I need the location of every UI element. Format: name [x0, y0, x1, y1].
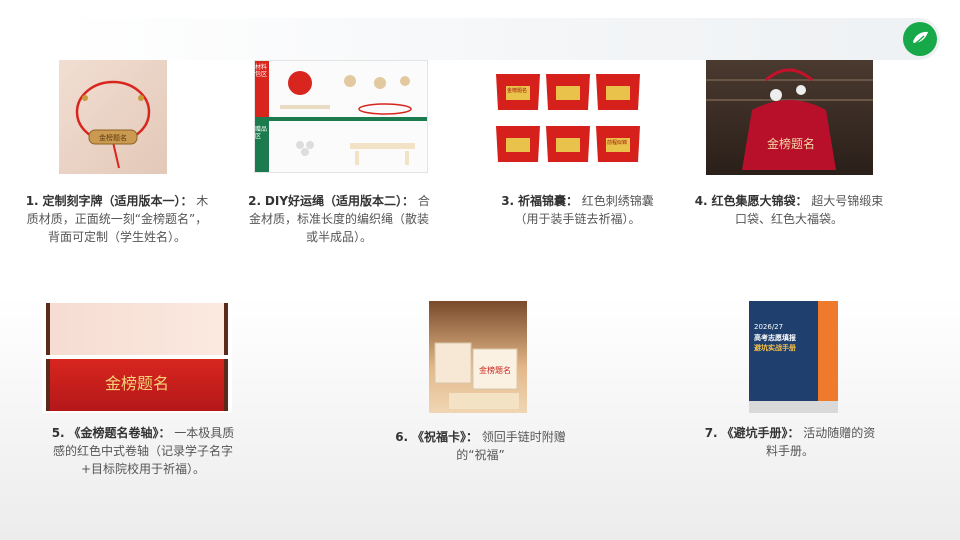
pouch-label-2: 前程似锦	[607, 140, 628, 146]
caption-item-4: 4. 红色集愿大锦袋： 超大号锦缎束口袋、红色大福袋。	[694, 194, 884, 226]
caption-title: 《金榜题名卷轴》：	[68, 426, 171, 440]
handbook-year: 2026/27	[754, 323, 784, 331]
pouch-label-1: 金榜题名	[507, 88, 528, 94]
caption-title: 祈福锦囊：	[517, 194, 578, 208]
caption-title: 《祝福卡》：	[411, 430, 478, 444]
handbook-title-line2: 避坑实战手册	[754, 344, 796, 352]
caption-item-6: 6. 《祝福卡》： 领回手链时附赠的“祝福”	[395, 430, 566, 462]
handbook-title-line1: 高考志愿填报	[754, 334, 796, 342]
caption-item-5: 5. 《金榜题名卷轴》： 一本极具质感的红色中式卷轴（记录学子名字+目标院校用于…	[51, 426, 235, 476]
bag-text: 金榜题名	[767, 136, 815, 151]
caption-item-2: 2. DIY好运绳（适用版本二）： 合金材质，标准长度的编织绳（散装或半成品）。	[248, 194, 430, 244]
caption-item-3: 3. 祈福锦囊： 红色刺绣锦囊（用于装手链去祈福）。	[501, 194, 654, 226]
diy-kit-label-gifts: 赠品区	[255, 126, 268, 140]
plate-text: 金榜题名	[99, 133, 127, 142]
caption-title: 红色集愿大锦袋：	[711, 194, 808, 208]
caption-title: 定制刻字牌（适用版本一）：	[42, 194, 193, 208]
product-image-blessing-card: 金榜题名	[429, 301, 527, 413]
caption-title: 《避坑手册》：	[721, 426, 800, 440]
product-image-blessing-pouches	[492, 60, 646, 173]
caption-title: DIY好运绳（适用版本二）：	[264, 194, 415, 208]
scroll-text: 金榜题名	[105, 374, 169, 393]
product-image-engraved-plate: 金榜题名	[59, 60, 167, 174]
caption-item-1: 1. 定制刻字牌（适用版本一）： 木质材质，正面统一刻“金榜题名”，背面可定制（…	[25, 194, 209, 244]
product-image-big-bag: 金榜题名	[706, 60, 873, 175]
product-image-diy-kit	[254, 60, 428, 173]
header-bar	[60, 18, 940, 60]
diy-kit-label-materials: 材料包区	[255, 64, 268, 78]
caption-item-7: 7. 《避坑手册》： 活动随赠的资料手册。	[704, 426, 876, 458]
product-image-scroll: 金榜题名	[42, 301, 232, 413]
leaf-logo-icon	[903, 22, 937, 56]
product-image-handbook: 2026/27 高考志愿填报 避坑实战手册	[749, 301, 838, 413]
card-text: 金榜题名	[479, 365, 511, 375]
